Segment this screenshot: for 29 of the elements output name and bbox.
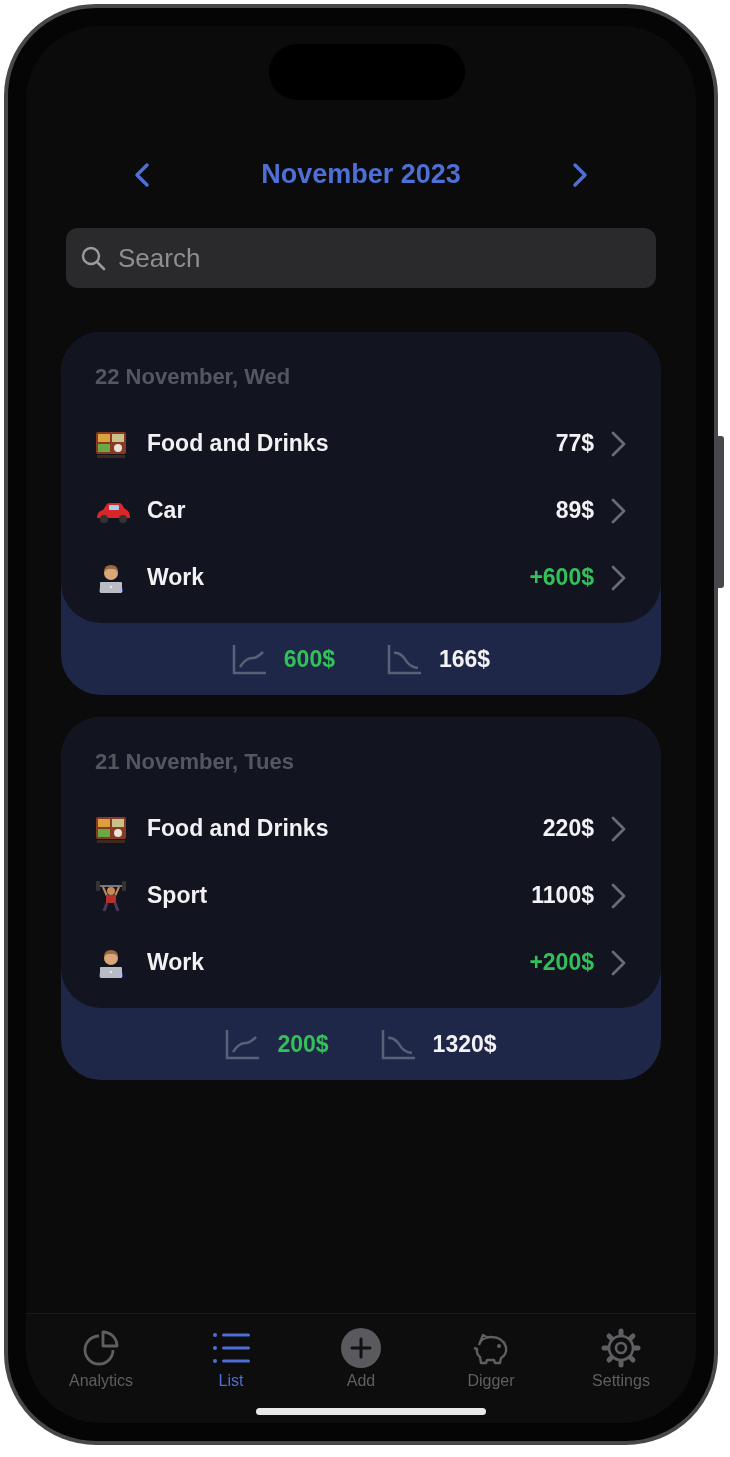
day-date: 22 November, Wed <box>95 364 292 390</box>
transaction-row[interactable]: Food and Drinks 77$ <box>95 410 627 477</box>
expense-total: 166$ <box>439 645 491 673</box>
chevron-right-icon <box>610 948 627 977</box>
expense-total: 1320$ <box>432 1030 497 1058</box>
chevron-right-icon <box>610 881 627 910</box>
tab-bar-item[interactable]: List <box>166 1328 296 1398</box>
chevron-right-icon <box>610 563 627 592</box>
rising-chart-icon <box>231 643 268 675</box>
transaction-row[interactable]: Car 89$ <box>95 477 627 544</box>
day-date: 21 November, Tues <box>95 749 295 775</box>
chevron-right-icon <box>610 429 627 458</box>
chevron-right-icon <box>610 496 627 525</box>
weightlifter-icon <box>95 879 127 912</box>
income-total: 200$ <box>277 1030 329 1058</box>
falling-chart-icon <box>380 1028 417 1060</box>
settings-icon <box>601 1328 641 1368</box>
falling-chart-icon <box>387 643 423 675</box>
income-total: 600$ <box>283 645 335 673</box>
plus-circle-icon <box>341 1328 381 1368</box>
pie-chart-icon <box>82 1329 120 1367</box>
transaction-row[interactable]: Work +200$ <box>95 929 627 996</box>
transaction-row[interactable]: Work +600$ <box>95 544 627 611</box>
search-field[interactable]: Search <box>66 228 656 288</box>
rising-chart-icon <box>225 1028 262 1060</box>
chevron-right-icon <box>610 814 627 843</box>
transaction-row[interactable]: Sport 1100$ <box>95 862 627 929</box>
transaction-row[interactable]: Food and Drinks 220$ <box>95 795 627 862</box>
month-title: November 2023 <box>261 159 461 190</box>
